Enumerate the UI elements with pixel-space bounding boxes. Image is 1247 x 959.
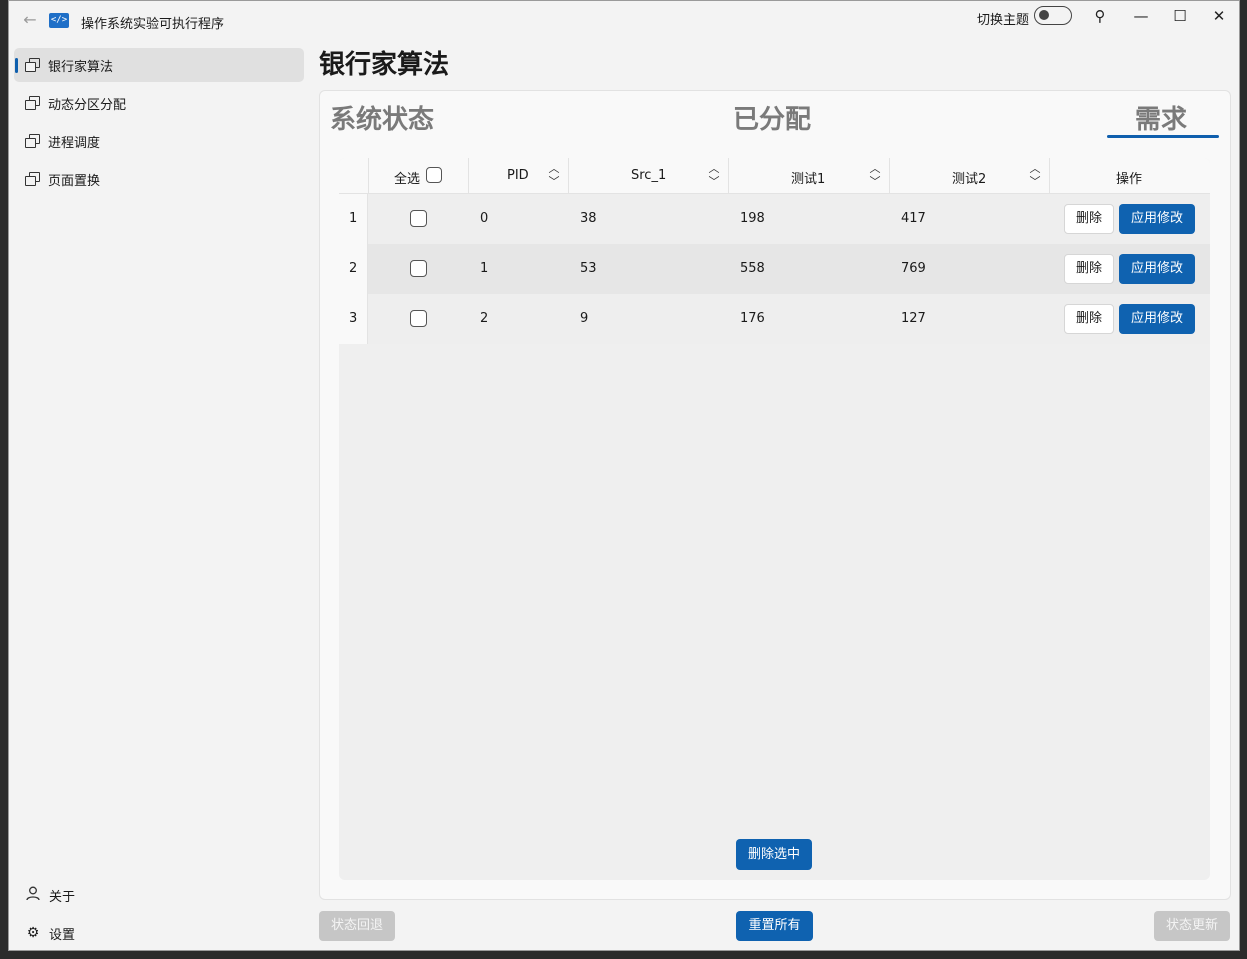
row-number: 1	[339, 194, 368, 244]
select-all-checkbox[interactable]	[426, 167, 442, 183]
row-checkbox[interactable]	[410, 260, 427, 277]
page-title: 银行家算法	[319, 50, 450, 80]
window-title: 操作系统实验可执行程序	[81, 17, 225, 32]
window-stack-icon	[25, 172, 40, 186]
cell-pid[interactable]: 0	[480, 211, 488, 226]
sidebar-item-settings[interactable]: ⚙ 设置	[14, 916, 315, 950]
row-number: 2	[339, 244, 368, 294]
sidebar-item-label: 银行家算法	[48, 59, 114, 75]
header-pid[interactable]: PID ︿ ﹀	[469, 158, 569, 194]
actions-header-label: 操作	[1116, 172, 1143, 187]
header-test2[interactable]: 测试2 ︿ ﹀	[890, 158, 1050, 194]
src1-header-label: Src_1	[631, 168, 667, 183]
title-bar: ← </> 操作系统实验可执行程序 切换主题 ⚲ — ☐ ✕	[9, 1, 1239, 37]
sidebar-nav: 银行家算法 动态分区分配 进程调度 页面置换	[14, 48, 304, 200]
sidebar-item-label: 页面置换	[48, 173, 101, 189]
table-row: 3 2 9 176 127 删除 应用修改	[339, 294, 1210, 344]
sidebar-item-label: 动态分区分配	[48, 97, 127, 113]
test2-header-label: 测试2	[952, 172, 987, 187]
cell-test1[interactable]: 176	[740, 311, 765, 326]
window-stack-icon	[25, 96, 40, 110]
cell-test1[interactable]: 198	[740, 211, 765, 226]
tab-system-state[interactable]: 系统状态	[330, 99, 434, 136]
row-number: 3	[339, 294, 368, 344]
sidebar-item-about[interactable]: 关于	[14, 878, 315, 912]
sidebar-item-dynamic-partition[interactable]: 动态分区分配	[14, 86, 304, 120]
tab-allocated[interactable]: 已分配	[733, 99, 811, 136]
header-test1[interactable]: 测试1 ︿ ﹀	[729, 158, 890, 194]
cell-pid[interactable]: 2	[480, 311, 488, 326]
content-card: 系统状态 已分配 需求 全选 PID ︿ ﹀ Src_1 ︿ ﹀ 测试1 ︿ ﹀…	[319, 90, 1231, 900]
header-rownum	[339, 158, 369, 194]
cell-src1[interactable]: 53	[580, 261, 597, 276]
maximize-button[interactable]: ☐	[1165, 4, 1195, 28]
cell-src1[interactable]: 9	[580, 311, 588, 326]
header-actions: 操作	[1050, 158, 1210, 194]
minimize-button[interactable]: —	[1126, 4, 1156, 28]
test1-header-label: 测试1	[791, 172, 826, 187]
back-arrow-icon[interactable]: ←	[19, 9, 41, 31]
cell-test2[interactable]: 769	[901, 261, 926, 276]
sort-icon[interactable]: ︿ ﹀	[707, 162, 721, 190]
cell-test1[interactable]: 558	[740, 261, 765, 276]
delete-row-button[interactable]: 删除	[1064, 254, 1114, 284]
header-select-all: 全选	[369, 158, 469, 194]
gear-icon: ⚙	[26, 925, 40, 941]
cell-pid[interactable]: 1	[480, 261, 488, 276]
window-stack-icon	[25, 134, 40, 148]
apply-changes-button[interactable]: 应用修改	[1119, 204, 1195, 234]
sort-icon[interactable]: ︿ ﹀	[1028, 162, 1042, 190]
person-icon	[25, 886, 41, 905]
sidebar-item-process-scheduling[interactable]: 进程调度	[14, 124, 304, 158]
delete-selected-button[interactable]: 删除选中	[736, 839, 812, 870]
row-checkbox[interactable]	[410, 310, 427, 327]
row-checkbox[interactable]	[410, 210, 427, 227]
settings-label: 设置	[49, 927, 76, 943]
table-row: 1 0 38 198 417 删除 应用修改	[339, 194, 1210, 244]
pid-header-label: PID	[507, 168, 529, 183]
about-label: 关于	[49, 889, 76, 905]
apply-changes-button[interactable]: 应用修改	[1119, 254, 1195, 284]
sort-icon[interactable]: ︿ ﹀	[868, 162, 882, 190]
sidebar-item-bankers-algorithm[interactable]: 银行家算法	[14, 48, 304, 82]
tab-need[interactable]: 需求	[1135, 99, 1187, 136]
update-state-button[interactable]: 状态更新	[1154, 911, 1230, 941]
sidebar-item-label: 进程调度	[48, 135, 101, 151]
tab-selected-indicator	[1107, 135, 1219, 138]
window-stack-icon	[25, 58, 40, 72]
close-button[interactable]: ✕	[1204, 4, 1234, 28]
cell-test2[interactable]: 417	[901, 211, 926, 226]
pin-icon[interactable]: ⚲	[1085, 4, 1115, 28]
select-all-label: 全选	[394, 172, 421, 187]
apply-changes-button[interactable]: 应用修改	[1119, 304, 1195, 334]
table-row: 2 1 53 558 769 删除 应用修改	[339, 244, 1210, 294]
toggle-knob	[1039, 10, 1049, 20]
data-table: 全选 PID ︿ ﹀ Src_1 ︿ ﹀ 测试1 ︿ ﹀ 测试2 ︿ ﹀ 操作 …	[339, 158, 1210, 880]
sidebar-item-page-replacement[interactable]: 页面置换	[14, 162, 304, 196]
delete-row-button[interactable]: 删除	[1064, 204, 1114, 234]
table-header: 全选 PID ︿ ﹀ Src_1 ︿ ﹀ 测试1 ︿ ﹀ 测试2 ︿ ﹀ 操作	[339, 158, 1210, 194]
rollback-state-button[interactable]: 状态回退	[319, 911, 395, 941]
theme-toggle[interactable]	[1034, 6, 1072, 25]
app-window: ← </> 操作系统实验可执行程序 切换主题 ⚲ — ☐ ✕ 银行家算法 动态分…	[8, 0, 1240, 951]
header-src1[interactable]: Src_1 ︿ ﹀	[569, 158, 729, 194]
cell-test2[interactable]: 127	[901, 311, 926, 326]
theme-toggle-label: 切换主题	[977, 13, 1030, 28]
reset-all-button[interactable]: 重置所有	[736, 911, 813, 941]
cell-src1[interactable]: 38	[580, 211, 597, 226]
app-logo-icon: </>	[49, 13, 69, 28]
sort-icon[interactable]: ︿ ﹀	[547, 162, 561, 190]
delete-row-button[interactable]: 删除	[1064, 304, 1114, 334]
